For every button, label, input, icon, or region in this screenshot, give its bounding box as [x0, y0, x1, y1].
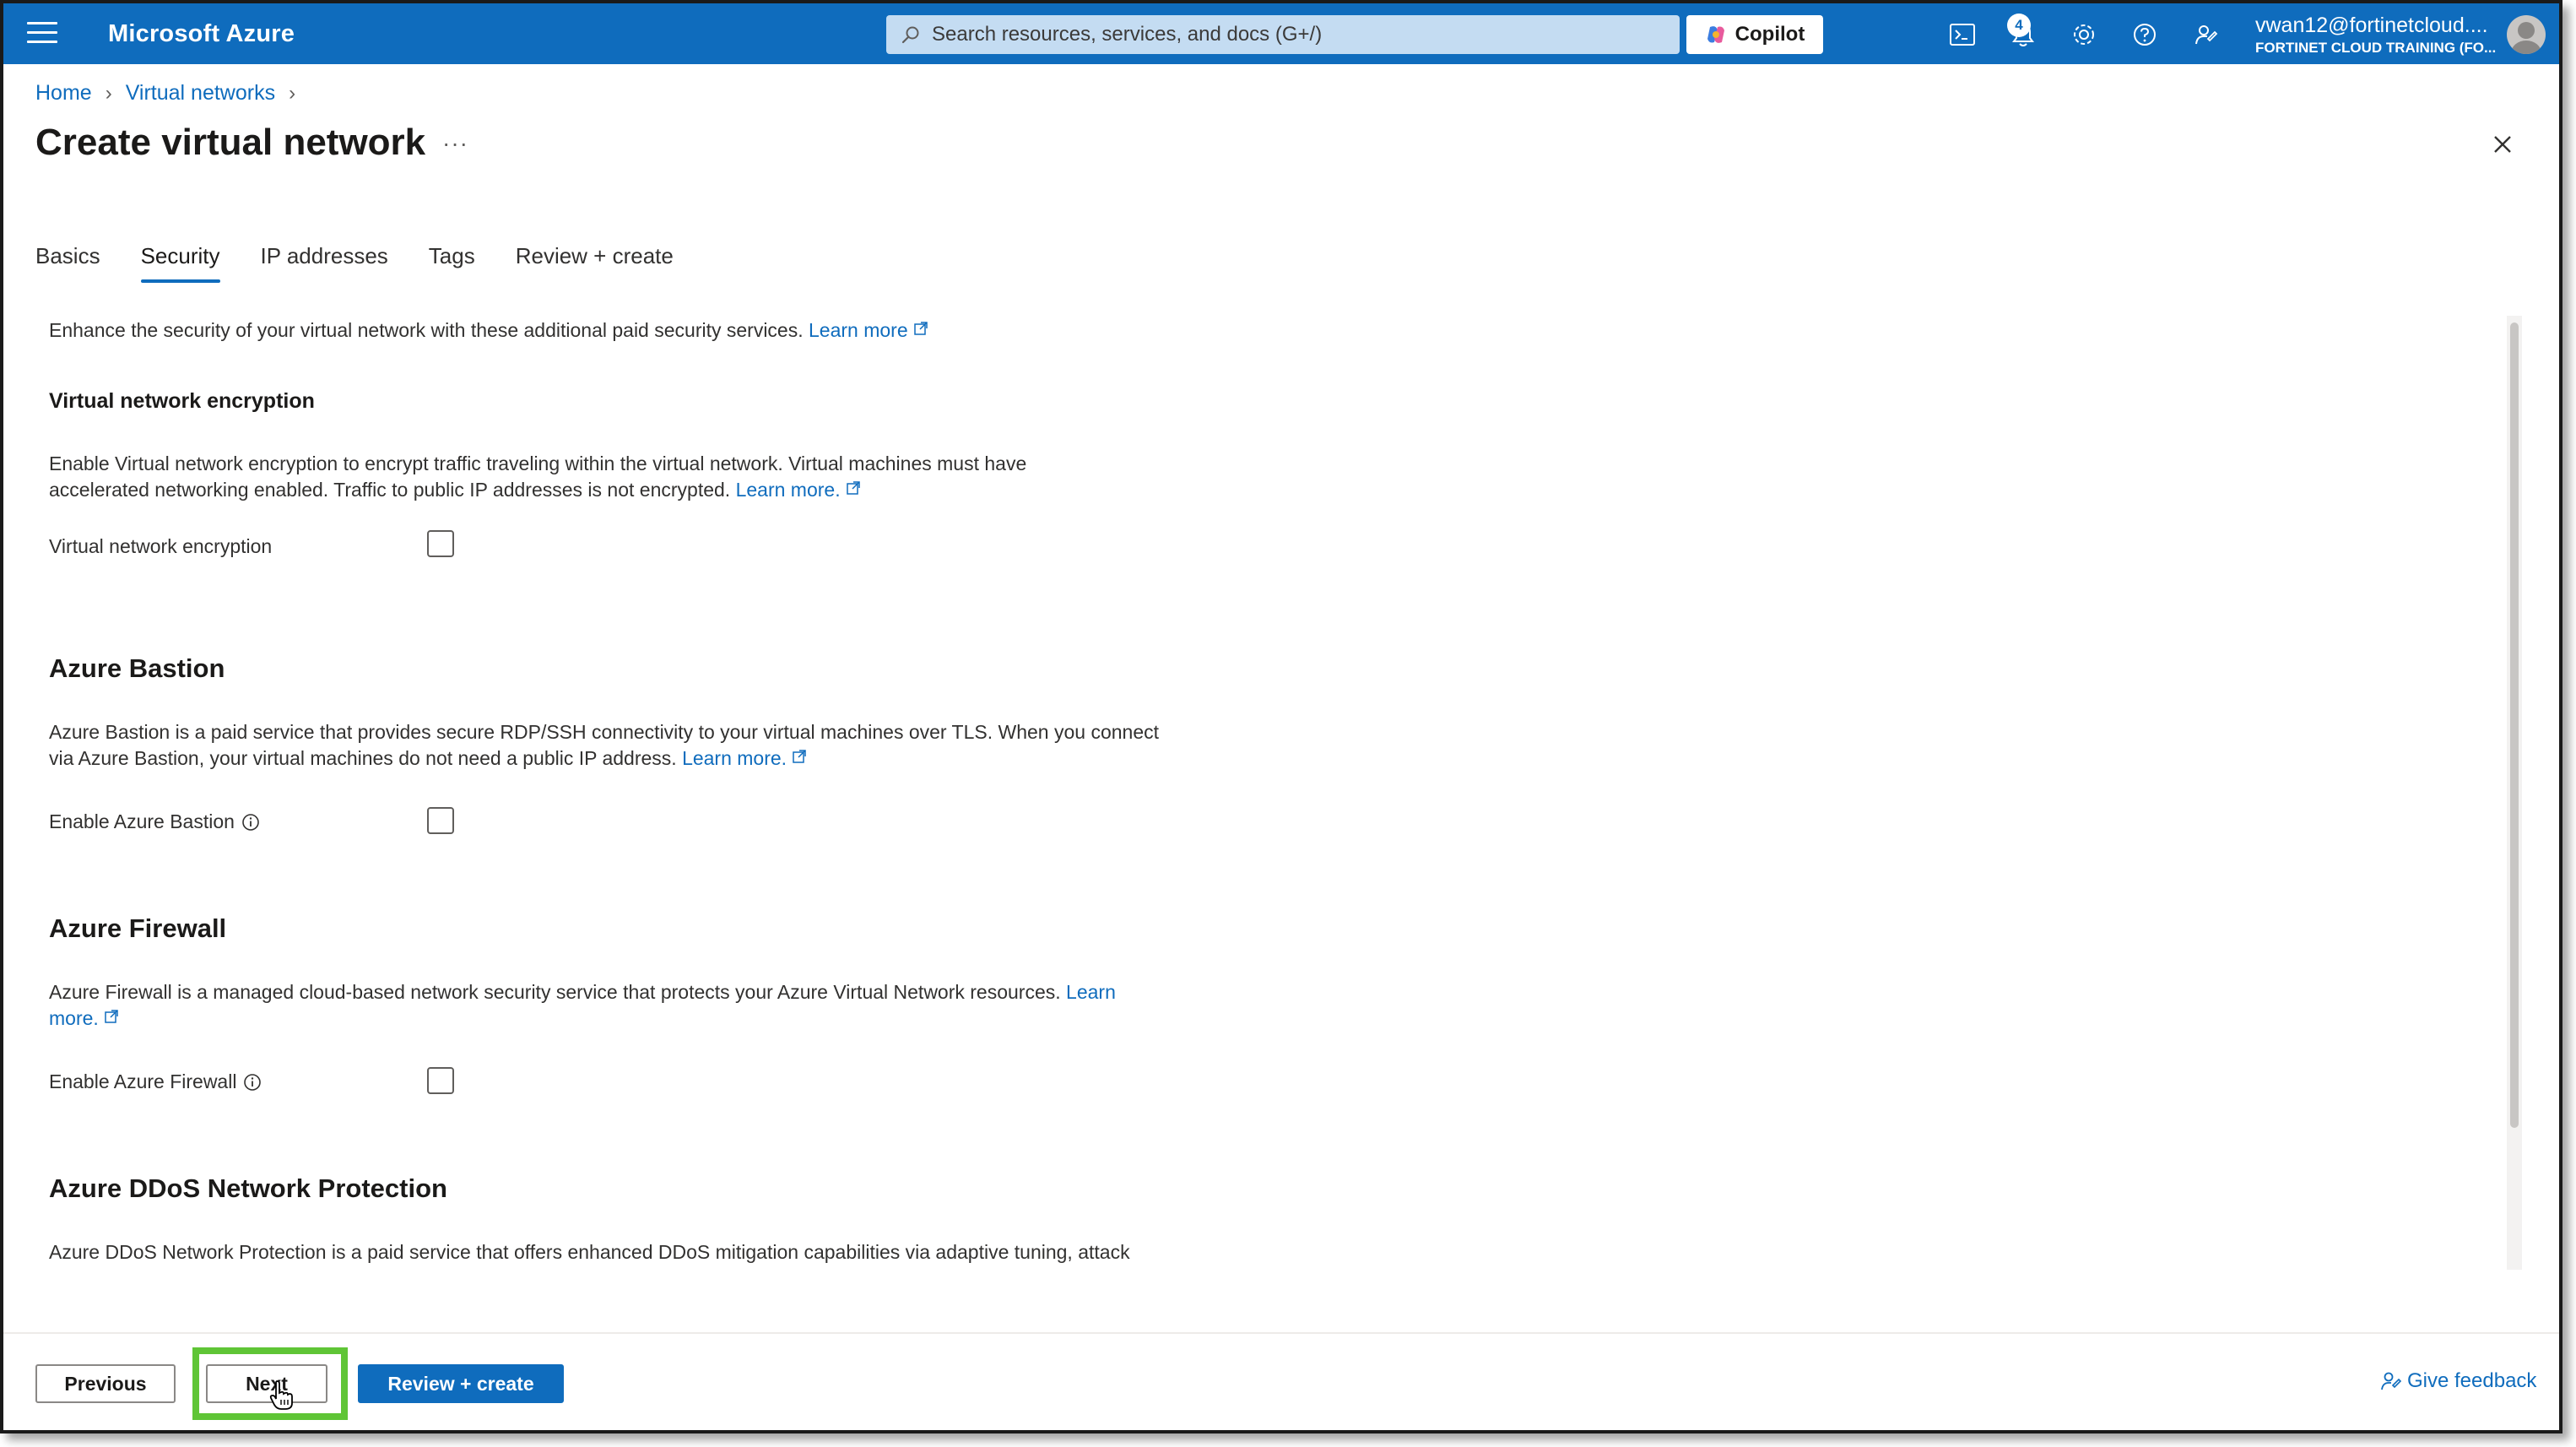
info-icon[interactable] — [241, 813, 260, 832]
info-icon[interactable] — [243, 1073, 262, 1092]
breadcrumb-virtual-networks[interactable]: Virtual networks — [126, 81, 275, 106]
security-form: Enhance the security of your virtual net… — [49, 316, 1231, 1270]
encryption-link-label: Learn more. — [735, 479, 841, 501]
previous-button[interactable]: Previous — [35, 1364, 176, 1403]
footer-divider — [3, 1332, 2559, 1334]
encryption-checkbox[interactable] — [427, 530, 454, 557]
top-bar: Microsoft Azure Search resources, servic… — [3, 3, 2559, 64]
tab-bar: Basics Security IP addresses Tags Review… — [35, 243, 714, 283]
feedback-icon[interactable] — [2191, 20, 2220, 49]
ddos-heading: Azure DDoS Network Protection — [49, 1173, 447, 1203]
firewall-desc-line1: Azure Firewall is a managed cloud-based … — [49, 981, 1061, 1003]
external-link-icon — [793, 750, 806, 763]
encryption-heading: Virtual network encryption — [49, 389, 315, 413]
bastion-learn-more-link[interactable]: Learn more. — [682, 747, 807, 769]
firewall-heading: Azure Firewall — [49, 913, 227, 943]
more-options-icon[interactable]: ··· — [442, 130, 468, 157]
menu-icon[interactable] — [27, 22, 57, 46]
search-input[interactable]: Search resources, services, and docs (G+… — [886, 15, 1680, 54]
firewall-checkbox[interactable] — [427, 1067, 454, 1094]
review-create-button[interactable]: Review + create — [358, 1364, 564, 1403]
cloud-shell-icon[interactable] — [1948, 20, 1977, 49]
firewall-field-label: Enable Azure Firewall — [49, 1070, 237, 1092]
bastion-link-label: Learn more. — [682, 747, 787, 769]
scrollbar-thumb[interactable] — [2510, 322, 2519, 1128]
help-icon[interactable] — [2130, 20, 2159, 49]
account-user: vwan12@fortinetcloud.... — [2255, 14, 2488, 37]
copilot-label: Copilot — [1734, 23, 1805, 46]
bastion-desc-line2: via Azure Bastion, your virtual machines… — [49, 747, 677, 769]
firewall-learn-more-link-2[interactable]: more. — [49, 1007, 119, 1029]
encryption-learn-more-link[interactable]: Learn more. — [736, 479, 861, 501]
firewall-learn-more-link-1[interactable]: Learn — [1066, 981, 1116, 1003]
search-icon — [901, 26, 919, 44]
bastion-heading: Azure Bastion — [49, 653, 225, 683]
firewall-link-label: more. — [49, 1007, 99, 1029]
breadcrumb-home[interactable]: Home — [35, 81, 92, 106]
encryption-description: Enable Virtual network encryption to enc… — [49, 451, 1026, 503]
intro-text: Enhance the security of your virtual net… — [49, 317, 928, 344]
search-placeholder: Search resources, services, and docs (G+… — [932, 23, 1323, 46]
copilot-icon — [1707, 26, 1724, 43]
encryption-field-label: Virtual network encryption — [49, 535, 273, 557]
tab-security[interactable]: Security — [140, 243, 220, 283]
bastion-field-label: Enable Azure Bastion — [49, 810, 235, 832]
bastion-field: Enable Azure Bastion — [49, 809, 260, 835]
tab-tags[interactable]: Tags — [429, 243, 475, 283]
encryption-desc-line2: accelerated networking enabled. Traffic … — [49, 479, 731, 501]
chevron-right-icon: › — [105, 81, 112, 105]
give-feedback-link[interactable]: Give feedback — [2380, 1369, 2536, 1393]
firewall-field: Enable Azure Firewall — [49, 1069, 262, 1095]
feedback-icon — [2381, 1372, 2402, 1390]
account-menu[interactable]: vwan12@fortinetcloud.... FORTINET CLOUD … — [2255, 14, 2508, 57]
hand-cursor-icon — [269, 1380, 293, 1410]
bastion-checkbox[interactable] — [427, 807, 454, 834]
tab-review-create[interactable]: Review + create — [516, 243, 674, 283]
bastion-desc-line1: Azure Bastion is a paid service that pro… — [49, 721, 1160, 743]
notification-badge: 4 — [2007, 14, 2031, 37]
page-title: Create virtual network — [35, 122, 426, 163]
copilot-button[interactable]: Copilot — [1686, 15, 1823, 54]
intro-learn-more-link[interactable]: Learn more — [809, 319, 928, 341]
close-icon[interactable] — [2488, 130, 2517, 159]
ddos-desc-line1: Azure DDoS Network Protection is a paid … — [49, 1241, 1130, 1263]
portal-window: Microsoft Azure Search resources, servic… — [0, 0, 2562, 1433]
tab-basics[interactable]: Basics — [35, 243, 100, 283]
avatar[interactable] — [2507, 15, 2546, 54]
encryption-desc-line1: Enable Virtual network encryption to enc… — [49, 453, 1027, 474]
external-link-icon — [846, 481, 860, 495]
firewall-description: Azure Firewall is a managed cloud-based … — [49, 979, 1116, 1032]
brand-title[interactable]: Microsoft Azure — [108, 20, 295, 48]
external-link-icon — [913, 322, 928, 335]
feedback-label: Give feedback — [2407, 1369, 2537, 1392]
intro-link-label: Learn more — [809, 319, 908, 341]
settings-icon[interactable] — [2070, 20, 2098, 49]
breadcrumb: Home › Virtual networks › — [35, 81, 295, 106]
intro-description: Enhance the security of your virtual net… — [49, 319, 804, 341]
ddos-description: Azure DDoS Network Protection is a paid … — [49, 1239, 1130, 1265]
external-link-icon — [105, 1010, 118, 1023]
chevron-right-icon: › — [289, 81, 296, 105]
account-directory: FORTINET CLOUD TRAINING (FO... — [2255, 40, 2497, 56]
tab-ip-addresses[interactable]: IP addresses — [261, 243, 388, 283]
bastion-description: Azure Bastion is a paid service that pro… — [49, 719, 1159, 772]
